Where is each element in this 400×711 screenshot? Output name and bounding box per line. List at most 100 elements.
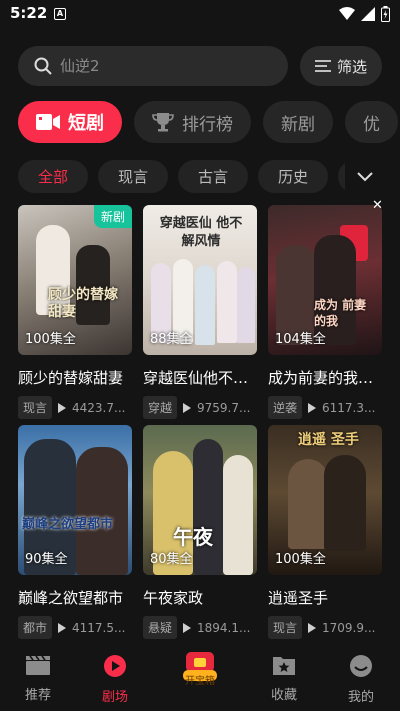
genre-tag: 现言 <box>18 396 53 419</box>
play-count: 4117.5... <box>72 620 126 635</box>
drama-card[interactable]: 午夜 80集全 午夜家政 悬疑 1894.1... <box>143 425 257 639</box>
wifi-icon <box>339 7 355 20</box>
poster-title: 成为 前妻的我 <box>314 298 367 328</box>
nav-profile[interactable]: 我的 <box>331 654 391 705</box>
status-time: 5:22 <box>10 4 48 22</box>
play-count: 1894.1... <box>197 620 251 635</box>
drama-meta: 现言 4423.7... <box>18 396 132 419</box>
poster-image[interactable]: 巅峰之欲望都市 90集全 <box>18 425 132 575</box>
genre-next[interactable] <box>338 160 345 193</box>
genre-ancient-romance[interactable]: 古言 <box>178 160 248 193</box>
genre-tag: 逆袭 <box>268 396 303 419</box>
genre-tag: 悬疑 <box>143 616 178 639</box>
play-count-icon <box>183 402 192 413</box>
episode-count: 88集全 <box>150 332 193 347</box>
drama-card[interactable]: 顾少的替嫁甜妻 新剧 100集全 顾少的替嫁甜妻 现言 4423.7... <box>18 205 132 419</box>
drama-meta: 悬疑 1894.1... <box>143 616 257 639</box>
poster-image[interactable]: 穿越医仙 他不解风情 88集全 <box>143 205 257 355</box>
bottom-nav: 推荐 剧场 开宝箱 收藏 我的 <box>0 646 400 711</box>
drama-card[interactable]: 巅峰之欲望都市 90集全 巅峰之欲望都市 都市 4117.5... <box>18 425 132 639</box>
filter-button[interactable]: 筛选 <box>300 46 382 86</box>
poster-image[interactable]: 顾少的替嫁甜妻 新剧 100集全 <box>18 205 132 355</box>
drama-meta: 现言 1709.9... <box>268 616 382 639</box>
play-count-icon <box>183 622 192 633</box>
poster-title: 逍遥 圣手 <box>298 432 359 448</box>
genre-history[interactable]: 历史 <box>258 160 328 193</box>
drama-card[interactable]: 穿越医仙 他不解风情 88集全 穿越医仙他不解... 穿越 9759.7... <box>143 205 259 419</box>
battery-icon <box>381 6 390 22</box>
nav-label: 剧场 <box>101 690 128 705</box>
poster-title: 顾少的替嫁甜妻 <box>48 287 118 320</box>
episode-count: 100集全 <box>275 552 326 567</box>
genre-tabs: 全部 现言 古言 历史 <box>0 160 345 193</box>
search-bar[interactable] <box>18 46 288 86</box>
new-badge: 新剧 <box>93 205 132 228</box>
chevron-down-icon <box>357 172 373 182</box>
tab-label: 短剧 <box>68 113 104 134</box>
episode-count: 90集全 <box>25 552 68 567</box>
episode-count: 100集全 <box>25 332 76 347</box>
search-input[interactable] <box>60 46 270 86</box>
drama-card[interactable]: 成为 前妻的我 104集全 成为前妻的我逆... 逆袭 6117.3... <box>268 205 384 419</box>
smiley-icon <box>350 655 372 677</box>
tab-ranking[interactable]: 排行榜 <box>134 101 251 143</box>
play-count: 6117.3... <box>322 400 376 415</box>
tab-label: 优 <box>363 114 380 135</box>
play-circle-icon <box>104 655 126 677</box>
play-count-icon <box>58 402 67 413</box>
notification-a-icon: A <box>54 8 66 20</box>
poster-title: 午夜 <box>173 525 213 549</box>
nav-treasure-box[interactable]: 开宝箱 <box>170 648 230 687</box>
drama-title: 逍遥圣手 <box>268 589 329 607</box>
drama-title: 巅峰之欲望都市 <box>18 589 124 607</box>
nav-label: 收藏 <box>270 688 297 703</box>
play-count: 1709.9... <box>322 620 376 635</box>
episode-count: 80集全 <box>150 552 193 567</box>
video-camera-icon <box>36 114 60 130</box>
poster-image[interactable]: 逍遥 圣手 100集全 <box>268 425 382 575</box>
play-count-icon <box>58 622 67 633</box>
category-tabs: 短剧 排行榜 新剧 优 <box>0 101 400 143</box>
poster-title: 穿越医仙 他不解风情 <box>159 216 243 249</box>
tab-more[interactable]: 优 <box>345 101 398 143</box>
expand-genres-button[interactable] <box>350 164 380 190</box>
genre-modern-romance[interactable]: 现言 <box>98 160 168 193</box>
signal-icon <box>361 7 375 21</box>
drama-title: 穿越医仙他不解... <box>143 369 259 387</box>
drama-title: 顾少的替嫁甜妻 <box>18 369 124 387</box>
play-count: 4423.7... <box>72 400 126 415</box>
drama-meta: 穿越 9759.7... <box>143 396 257 419</box>
genre-tag: 都市 <box>18 616 53 639</box>
filter-label: 筛选 <box>336 57 367 76</box>
filter-icon <box>314 60 331 72</box>
tab-short-drama[interactable]: 短剧 <box>18 101 122 143</box>
poster-image[interactable]: 成为 前妻的我 104集全 <box>268 205 382 355</box>
nav-theater[interactable]: 剧场 <box>85 654 145 705</box>
clapperboard-icon <box>26 655 50 675</box>
episode-count: 104集全 <box>275 332 326 347</box>
drama-title: 成为前妻的我逆... <box>268 369 384 387</box>
trophy-icon <box>152 113 174 132</box>
genre-all[interactable]: 全部 <box>18 160 88 193</box>
nav-recommend[interactable]: 推荐 <box>8 654 68 703</box>
close-icon[interactable]: ✕ <box>372 198 383 213</box>
status-bar: 5:22 A <box>0 0 400 30</box>
play-count-icon <box>308 622 317 633</box>
poster-title: 巅峰之欲望都市 <box>22 517 114 532</box>
genre-tag: 现言 <box>268 616 303 639</box>
nav-favorites[interactable]: 收藏 <box>254 654 314 703</box>
play-count-icon <box>308 402 317 413</box>
drama-meta: 逆袭 6117.3... <box>268 396 382 419</box>
tab-label: 排行榜 <box>182 114 233 135</box>
tab-new[interactable]: 新剧 <box>263 101 333 143</box>
star-folder-icon <box>273 657 295 675</box>
nav-label: 开宝箱 <box>185 676 215 687</box>
genre-tag: 穿越 <box>143 396 178 419</box>
poster-image[interactable]: 午夜 80集全 <box>143 425 257 575</box>
nav-label: 推荐 <box>24 688 51 703</box>
play-count: 9759.7... <box>197 400 251 415</box>
drama-meta: 都市 4117.5... <box>18 616 132 639</box>
search-icon <box>34 57 52 75</box>
drama-card[interactable]: 逍遥 圣手 100集全 逍遥圣手 现言 1709.9... <box>268 425 382 639</box>
nav-label: 我的 <box>347 690 374 705</box>
